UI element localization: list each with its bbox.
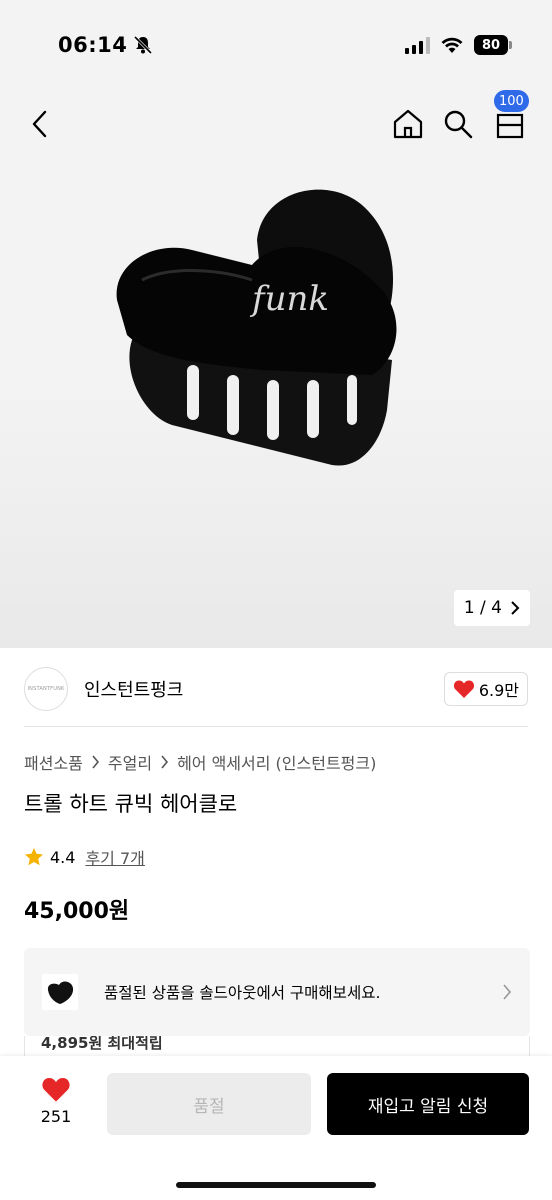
soldout-banner-text: 품절된 상품을 솔드아웃에서 구매해보세요. [104,984,381,1002]
brand-like-button[interactable]: 6.9만 [443,672,528,706]
cart-count-badge: 100 [494,90,529,112]
soldout-button: 품절 [107,1073,311,1135]
search-icon [444,110,473,139]
top-navigation: 100 [0,90,552,152]
home-button[interactable] [384,96,432,152]
product-price: 45,000원 [24,899,130,924]
status-bar: 06:14 80 [0,0,552,90]
hair-claw-image: funk [116,189,397,466]
breadcrumb: 패션소품 주얼리 헤어 액세서리 (인스턴트펑크) [24,750,376,774]
image-page-indicator[interactable]: 1 / 4 [453,590,530,626]
chevron-right-icon [161,755,169,769]
chevron-right-icon [92,755,99,769]
rating-value: 4.4 [50,847,76,867]
back-button[interactable] [16,96,64,152]
soldout-banner[interactable]: 품절된 상품을 솔드아웃에서 구매해보세요. [24,948,530,1036]
chevron-right-icon [511,601,520,615]
breadcrumb-item[interactable]: 패션소품 [24,750,83,774]
image-page-text: 1 / 4 [463,598,502,618]
breadcrumb-item[interactable]: 헤어 액세서리 (인스턴트펑크) [177,750,376,774]
funk-engraving: funk [249,279,329,319]
home-icon [393,109,423,139]
bell-off-icon [134,35,153,55]
product-title: 트롤 하트 큐빅 헤어클로 [24,792,238,816]
chevron-left-icon [32,110,47,138]
brand-like-count: 6.9만 [478,681,519,700]
wifi-icon [441,37,463,53]
battery-icon: 80 [474,35,512,55]
brand-name: 인스턴트펑크 [84,680,184,701]
divider [24,726,528,727]
cellular-signal-icon [405,36,430,54]
points-info: 4,895원 최대적립 [24,1036,530,1056]
rating-row: 4.4 후기 7개 [24,845,145,869]
review-link[interactable]: 후기 7개 [85,845,144,869]
brand-link[interactable]: INSTANTFUNK 인스턴트펑크 [24,667,183,711]
cart-button[interactable]: 100 [486,90,534,152]
brand-row: INSTANTFUNK 인스턴트펑크 6.9만 [24,662,528,716]
search-button[interactable] [434,96,482,152]
cart-icon [496,113,524,139]
bottom-action-bar: 251 품절 재입고 알림 신청 [0,1056,552,1200]
brand-logo: INSTANTFUNK [24,667,68,711]
breadcrumb-item[interactable]: 주얼리 [108,750,152,774]
home-indicator [176,1182,376,1188]
points-text: 4,895원 최대적립 [41,1036,163,1052]
restock-alert-button[interactable]: 재입고 알림 신청 [327,1073,529,1135]
heart-icon [42,1077,70,1102]
product-thumbnail [42,974,78,1010]
product-like-count: 251 [40,1107,72,1126]
status-time: 06:14 [58,33,128,57]
star-icon [25,848,43,866]
chevron-right-icon [503,984,512,1000]
heart-icon [453,680,474,698]
product-like-button[interactable]: 251 [26,1076,86,1126]
